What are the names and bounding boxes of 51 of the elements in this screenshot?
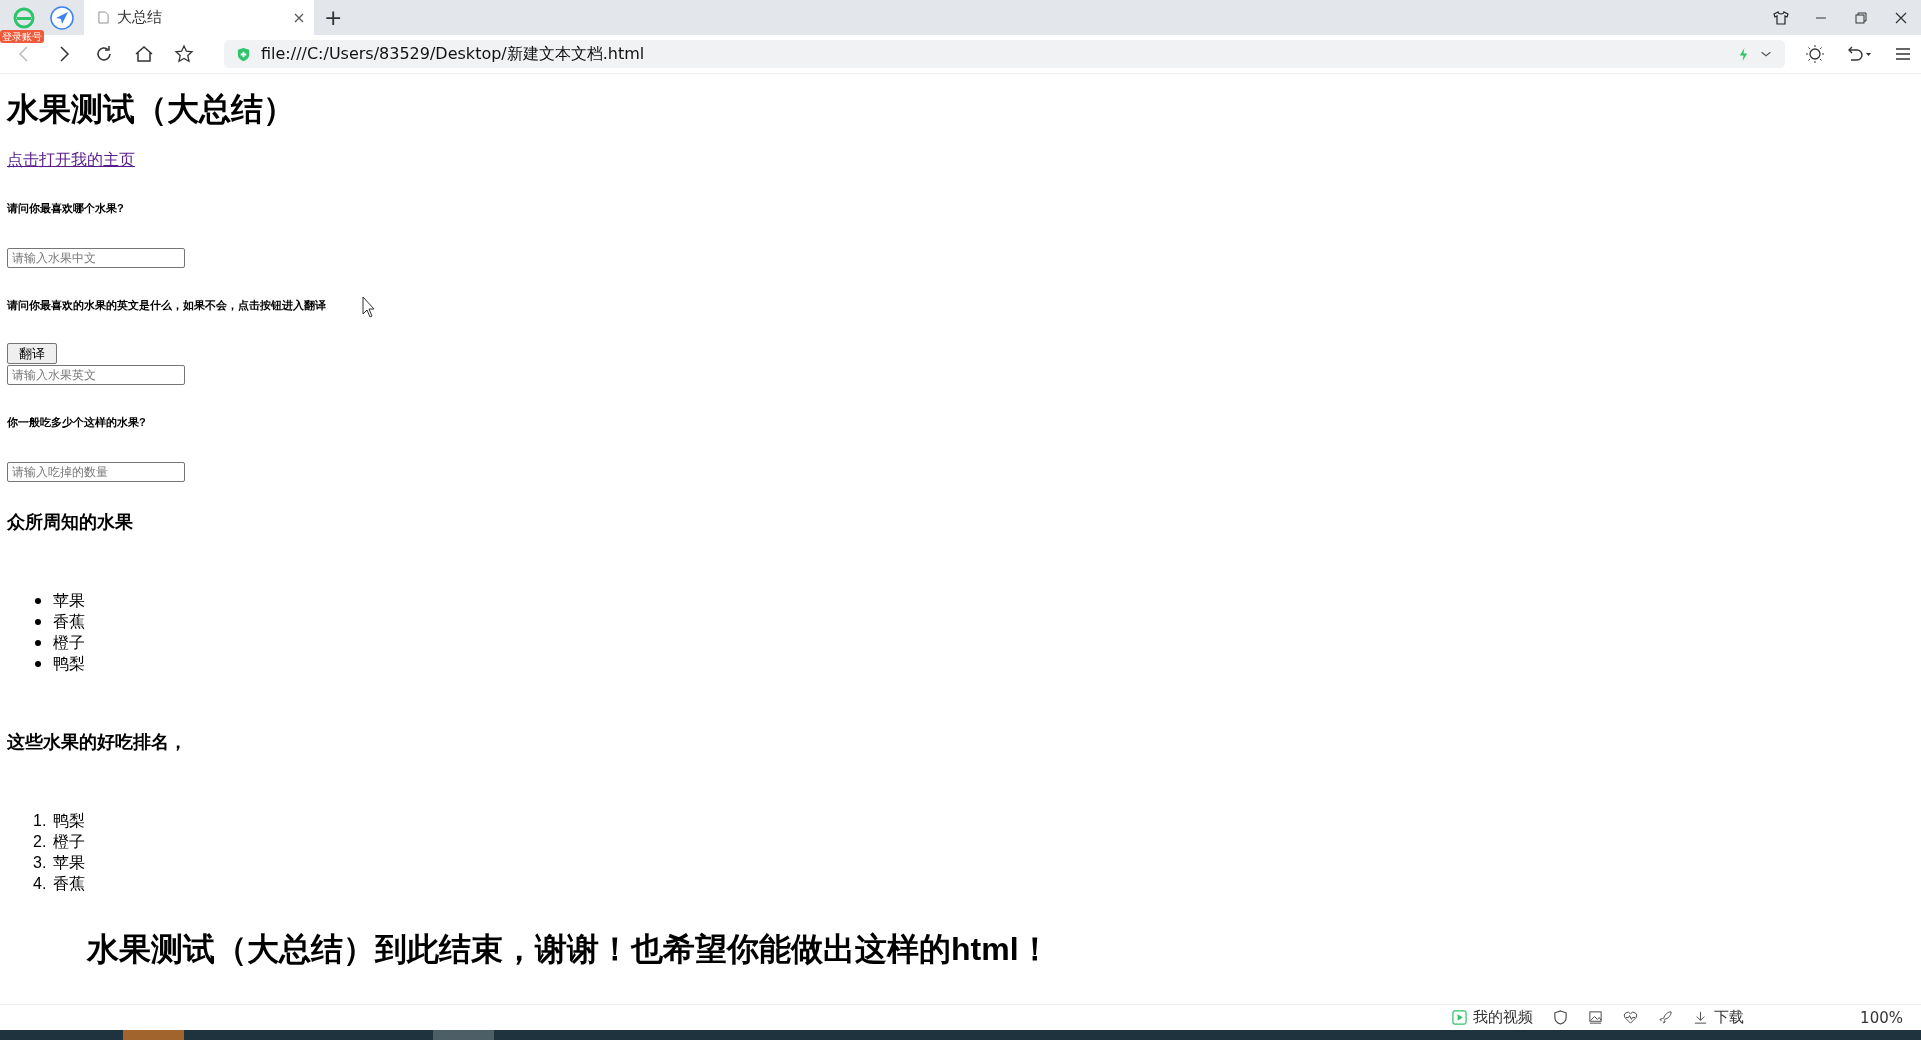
download-label[interactable]: 下载 [1714, 1008, 1745, 1027]
cursor-icon [362, 296, 376, 318]
heartbeat-icon[interactable] [1623, 1010, 1639, 1025]
bullet-icon [35, 660, 41, 667]
input-field[interactable]: 请输入吃掉的数量 [7, 462, 185, 482]
sun-icon[interactable] [1805, 44, 1825, 64]
list-item: 鸭梨 [53, 654, 85, 674]
list-item: 香蕉 [53, 612, 85, 632]
bullet-icon [35, 597, 41, 604]
tab-title: 大总结 [117, 8, 163, 27]
home-icon[interactable] [134, 44, 154, 64]
zoom-level[interactable]: 100% [1860, 1008, 1903, 1027]
page-title: 水果测试（大总结） [7, 90, 296, 129]
translate-button[interactable]: 翻译 [7, 343, 57, 364]
page-icon [98, 11, 109, 24]
my-videos-label[interactable]: 我的视频 [1473, 1008, 1534, 1027]
list-item: 苹果 [53, 853, 85, 873]
close-icon[interactable] [294, 12, 304, 23]
list-item: 苹果 [53, 591, 85, 611]
address-bar[interactable]: file:///C:/Users/83529/Desktop/新建文本文档.html [224, 40, 1785, 68]
list-number: 1. [33, 811, 47, 831]
closing-heading: 水果测试（大总结）到此结束，谢谢！也希望你能做出这样的html！ [87, 930, 1052, 969]
list-number: 4. [33, 874, 47, 894]
new-tab-button[interactable]: + [314, 5, 353, 30]
restore-icon[interactable] [1853, 9, 1869, 26]
list-number: 3. [33, 853, 47, 873]
section-heading: 这些水果的好吃排名， [7, 731, 188, 754]
star-icon[interactable] [174, 44, 194, 64]
shield-icon [236, 46, 251, 62]
list-item: 橙子 [53, 832, 85, 852]
download-icon[interactable] [1693, 1010, 1709, 1025]
question-text: 请问你最喜欢哪个水果? [7, 201, 124, 216]
question-text: 请问你最喜欢的水果的英文是什么，如果不会，点击按钮进入翻译 [7, 298, 326, 313]
shirt-icon[interactable] [1773, 9, 1789, 26]
reload-icon[interactable] [94, 44, 114, 64]
browser-tab[interactable]: 大总结 [84, 0, 314, 35]
list-item: 香蕉 [53, 874, 85, 894]
rocket-icon[interactable] [1658, 1010, 1674, 1025]
homepage-link[interactable]: 点击打开我的主页 [7, 150, 135, 171]
image-icon[interactable] [1588, 1010, 1604, 1025]
list-number: 2. [33, 832, 47, 852]
list-item: 橙子 [53, 633, 85, 653]
bullet-icon [35, 618, 41, 625]
shield-icon[interactable] [1553, 1010, 1569, 1025]
question-text: 你一般吃多少个这样的水果? [7, 415, 146, 430]
url-text: file:///C:/Users/83529/Desktop/新建文本文档.html [261, 43, 645, 65]
input-field[interactable]: 请输入水果中文 [7, 248, 185, 268]
list-item: 鸭梨 [53, 811, 85, 831]
section-heading: 众所周知的水果 [7, 511, 134, 534]
bullet-icon [35, 639, 41, 646]
input-field[interactable]: 请输入水果英文 [7, 365, 185, 385]
